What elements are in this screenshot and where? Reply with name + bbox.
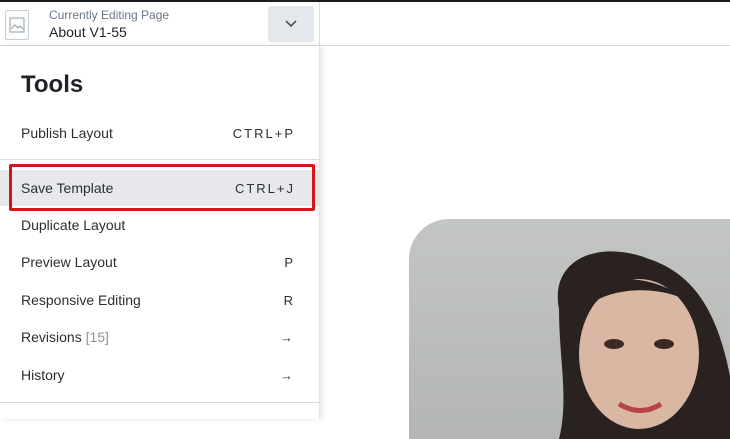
menu-item-history[interactable]: History → <box>0 357 319 393</box>
tools-panel: Tools Publish Layout CTRL+P Save Templat… <box>0 46 320 419</box>
menu-item-label: Duplicate Layout <box>21 217 126 233</box>
menu-item-label: History <box>21 367 65 383</box>
header-divider <box>319 2 320 46</box>
menu-item-label: Preview Layout <box>21 254 117 270</box>
menu-item-label: Publish Layout <box>21 125 113 141</box>
menu-separator <box>0 402 319 403</box>
revisions-count: [15] <box>85 329 109 345</box>
arrow-right-icon: → <box>280 329 295 345</box>
menu-item-duplicate-layout[interactable]: Duplicate Layout <box>0 207 319 243</box>
portrait-photo[interactable] <box>409 219 730 439</box>
menu-item-shortcut: CTRL+P <box>232 125 295 141</box>
page-dropdown-button[interactable] <box>268 6 314 42</box>
menu-item-shortcut: P <box>284 254 295 270</box>
menu-item-preview-layout[interactable]: Preview Layout P <box>0 244 319 280</box>
editor-header: Currently Editing Page About V1-55 <box>0 2 730 46</box>
menu-item-revisions[interactable]: Revisions [15] → <box>0 319 319 355</box>
currently-editing-label: Currently Editing Page <box>49 8 170 22</box>
chevron-down-icon <box>285 20 297 28</box>
page-document-icon <box>5 10 29 40</box>
menu-separator <box>0 159 319 160</box>
menu-item-label: Revisions <box>21 329 82 345</box>
menu-item-responsive-editing[interactable]: Responsive Editing R <box>0 282 319 318</box>
menu-item-shortcut: R <box>283 292 295 308</box>
highlight-annotation-box <box>9 164 315 211</box>
current-page-name: About V1-55 <box>49 24 127 40</box>
menu-item-label-group: Revisions [15] <box>21 329 109 345</box>
tools-title: Tools <box>21 71 84 98</box>
menu-item-publish-layout[interactable]: Publish Layout CTRL+P <box>0 115 319 151</box>
menu-item-label: Responsive Editing <box>21 292 141 308</box>
arrow-right-icon: → <box>280 367 295 383</box>
portrait-photo-woman <box>557 251 730 439</box>
